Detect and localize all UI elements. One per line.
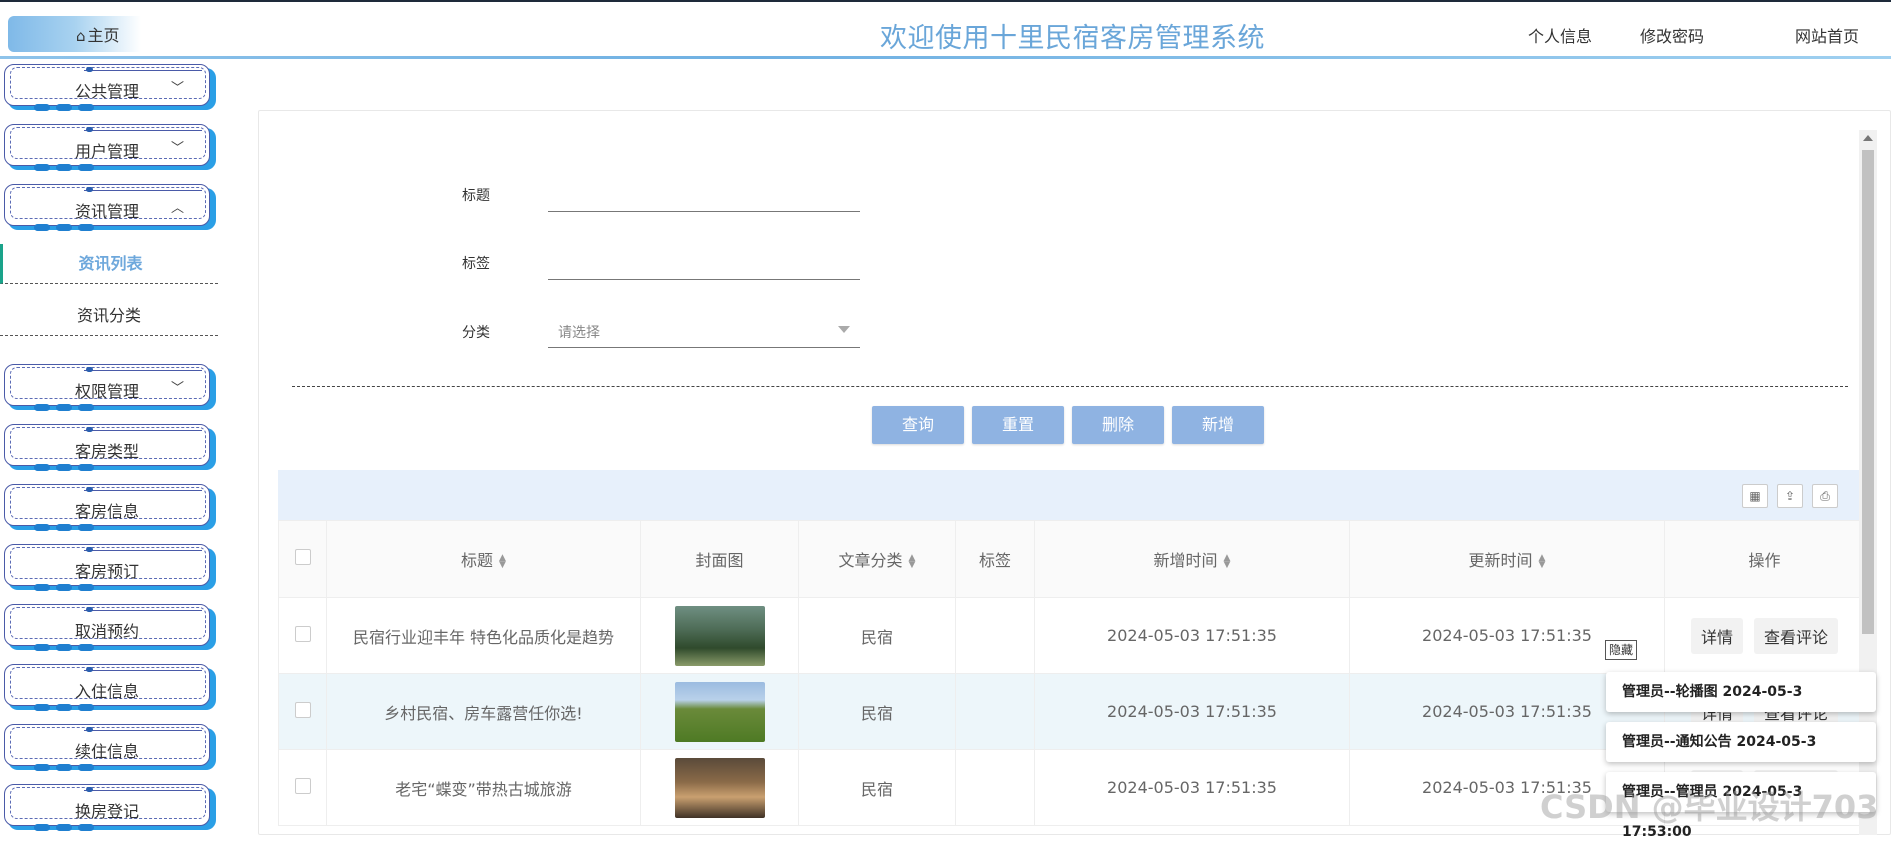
sort-icon[interactable]: ▲ ▼ — [499, 553, 506, 569]
reset-button[interactable]: 重置 — [972, 406, 1064, 444]
sidebar-subitem-news-list[interactable]: 资讯列表 — [0, 244, 218, 284]
sidebar-item-extend-stay[interactable]: 续住信息 — [4, 724, 216, 771]
row-tag — [955, 597, 1035, 674]
chevron-down-icon: ﹀ — [170, 381, 184, 396]
header-divider — [0, 56, 1891, 59]
change-password-link[interactable]: 修改密码 — [1640, 23, 1704, 47]
delete-button[interactable]: 删除 — [1072, 406, 1164, 444]
print-icon[interactable]: ⎙ — [1812, 484, 1838, 508]
row-category: 民宿 — [798, 673, 956, 750]
category-select-placeholder: 请选择 — [558, 325, 600, 341]
column-header-category[interactable]: 文章分类 ▲ ▼ — [798, 520, 956, 598]
row-title: 老宅“蝶变”带热古城旅游 — [326, 749, 641, 826]
row-created: 2024-05-03 17:51:35 — [1034, 749, 1350, 826]
row-checkbox[interactable] — [294, 625, 311, 642]
cover-image — [674, 757, 765, 818]
row-title: 乡村民宿、房车露营任你选! — [326, 673, 641, 750]
top-header: ⌂ 主页 欢迎使用十里民宿客房管理系统 个人信息 修改密码 网站首页 — [0, 0, 1891, 59]
notification-item[interactable]: 管理员--通知公告 2024-05-3 17:52:48 — [1606, 722, 1876, 790]
row-tag — [955, 749, 1035, 826]
category-filter-label: 分类 — [462, 325, 490, 341]
home-icon: ⌂ — [76, 27, 86, 45]
scrollbar-thumb[interactable] — [1862, 150, 1874, 634]
sidebar-item-label: 取消预约 — [74, 622, 139, 641]
column-header-cover: 封面图 — [640, 520, 799, 598]
sidebar-item-users[interactable]: 用户管理 ﹀ — [4, 124, 216, 171]
row-tag — [955, 673, 1035, 750]
chevron-down-icon: ﹀ — [170, 81, 184, 96]
select-all-checkbox[interactable] — [294, 549, 311, 565]
row-created: 2024-05-03 17:51:35 — [1034, 597, 1350, 674]
scroll-up-arrow-icon[interactable] — [1863, 135, 1873, 141]
sidebar-subitem-news-category[interactable]: 资讯分类 — [0, 296, 218, 336]
sidebar-item-public[interactable]: 公共管理 ﹀ — [4, 64, 216, 111]
row-updated: 2024-05-03 17:51:35 — [1349, 597, 1665, 674]
sidebar-item-checkin[interactable]: 入住信息 — [4, 664, 216, 711]
watermark: CSDN @毕业设计703 — [1540, 788, 1879, 826]
detail-button[interactable]: 详情 — [1690, 617, 1743, 654]
sidebar-item-room-booking[interactable]: 客房预订 — [4, 544, 216, 591]
row-category: 民宿 — [798, 749, 956, 826]
cover-image — [674, 681, 765, 742]
column-header-updated[interactable]: 更新时间 ▲ ▼ — [1349, 520, 1665, 598]
column-header-tag: 标签 — [955, 520, 1035, 598]
row-category: 民宿 — [798, 597, 956, 674]
form-divider — [292, 386, 1848, 387]
sidebar-item-label: 客房预订 — [74, 562, 139, 581]
select-all-cell — [278, 520, 327, 598]
tag-filter-input[interactable] — [548, 244, 860, 280]
page-title: 欢迎使用十里民宿客房管理系统 — [880, 23, 1265, 54]
row-checkbox[interactable] — [294, 701, 311, 718]
row-created: 2024-05-03 17:51:35 — [1034, 673, 1350, 750]
website-home-link[interactable]: 网站首页 — [1795, 23, 1859, 47]
sidebar: 公共管理 ﹀ 用户管理 ﹀ 资讯管理 ︿ 资讯列表 资讯分类 权限管理 ﹀ 客房… — [0, 58, 230, 835]
sidebar-item-label: 续住信息 — [74, 742, 139, 761]
search-button[interactable]: 查询 — [872, 406, 964, 444]
sidebar-item-label: 客房信息 — [74, 502, 139, 521]
category-select[interactable]: 请选择 — [548, 312, 860, 348]
table-header-row: 标题 ▲ ▼ 封面图 文章分类 ▲ ▼ 标签 新增时间 ▲ ▼ 更新时间 ▲ ▼ 操作 — [278, 520, 1865, 598]
export-icon[interactable]: ⇪ — [1777, 484, 1803, 508]
sidebar-item-label: 换房登记 — [74, 802, 139, 821]
chevron-down-icon: ﹀ — [170, 141, 184, 156]
sort-icon[interactable]: ▲ ▼ — [1224, 553, 1231, 569]
title-filter-label: 标题 — [462, 188, 490, 204]
sidebar-item-label: 客房类型 — [74, 442, 139, 461]
row-title: 民宿行业迎丰年 特色化品质化是趋势 — [326, 597, 641, 674]
sidebar-item-news[interactable]: 资讯管理 ︿ — [4, 184, 216, 231]
row-actions: 详情 查看评论 — [1664, 597, 1865, 674]
add-button[interactable]: 新增 — [1172, 406, 1264, 444]
chevron-down-icon — [838, 326, 850, 333]
sidebar-item-room-info[interactable]: 客房信息 — [4, 484, 216, 531]
table-toolbar: ▦ ⇪ ⎙ — [278, 470, 1864, 520]
title-filter-input[interactable] — [548, 176, 860, 212]
sort-icon[interactable]: ▲ ▼ — [1539, 553, 1546, 569]
profile-link[interactable]: 个人信息 — [1528, 23, 1592, 47]
cover-image — [674, 605, 765, 666]
column-header-actions: 操作 — [1664, 520, 1865, 598]
home-link[interactable]: ⌂ 主页 — [76, 22, 120, 46]
column-header-created[interactable]: 新增时间 ▲ ▼ — [1034, 520, 1350, 598]
row-checkbox[interactable] — [294, 777, 311, 794]
tag-filter-label: 标签 — [462, 256, 490, 272]
table-row: 民宿行业迎丰年 特色化品质化是趋势 民宿 2024-05-03 17:51:35… — [278, 597, 1865, 674]
sidebar-item-room-change[interactable]: 换房登记 — [4, 784, 216, 831]
view-comments-button[interactable]: 查看评论 — [1754, 617, 1839, 654]
chevron-up-icon: ︿ — [170, 201, 184, 216]
hide-notifications-button[interactable]: 隐藏 — [1605, 640, 1637, 660]
column-header-title[interactable]: 标题 ▲ ▼ — [326, 520, 641, 598]
columns-icon[interactable]: ▦ — [1742, 484, 1768, 508]
sidebar-item-label: 入住信息 — [74, 682, 139, 701]
notification-item[interactable]: 管理员--轮播图 2024-05-3 17:52:38 — [1606, 672, 1876, 740]
sidebar-item-room-type[interactable]: 客房类型 — [4, 424, 216, 471]
sidebar-item-cancel-booking[interactable]: 取消预约 — [4, 604, 216, 651]
home-label: 主页 — [87, 26, 120, 45]
sort-icon[interactable]: ▲ ▼ — [909, 553, 916, 569]
sidebar-item-permissions[interactable]: 权限管理 ﹀ — [4, 364, 216, 411]
